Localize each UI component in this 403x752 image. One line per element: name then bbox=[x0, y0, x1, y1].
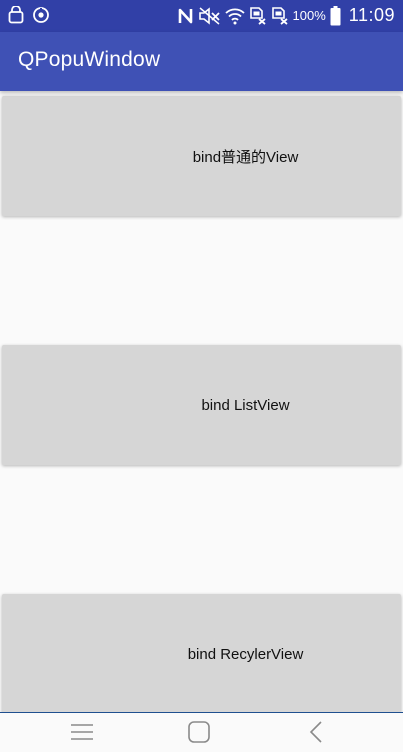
back-icon bbox=[308, 720, 324, 749]
status-left-icons bbox=[8, 6, 50, 24]
bind-normal-view-button[interactable]: bind普通的View bbox=[2, 96, 401, 216]
nav-back-button[interactable] bbox=[302, 720, 330, 749]
no-sim-icon bbox=[249, 6, 267, 25]
bind-recyclerview-label: bind RecylerView bbox=[187, 645, 304, 663]
app-title: QPopuWindow bbox=[18, 48, 161, 71]
battery-percent: 100% bbox=[292, 8, 326, 23]
menu-icon bbox=[70, 722, 94, 747]
home-icon bbox=[187, 720, 211, 749]
bind-listview-label: bind ListView bbox=[201, 396, 290, 414]
nav-home-button[interactable] bbox=[185, 720, 213, 749]
status-right-icons: 100% 11:09 bbox=[177, 5, 395, 26]
bind-normal-view-label: bind普通的View bbox=[192, 148, 299, 166]
battery-icon bbox=[330, 5, 341, 26]
nfc-icon bbox=[177, 7, 195, 25]
navigation-bar bbox=[0, 712, 403, 752]
wifi-icon bbox=[224, 7, 245, 25]
status-bar: 100% 11:09 bbox=[0, 0, 403, 32]
app-bar: QPopuWindow bbox=[0, 32, 403, 91]
status-time: 11:09 bbox=[348, 5, 395, 25]
bind-recyclerview-button[interactable]: bind RecylerView bbox=[2, 594, 401, 714]
bind-listview-button[interactable]: bind ListView bbox=[2, 345, 401, 465]
no-sim-icon bbox=[271, 6, 289, 25]
screen: 100% 11:09 QPopuWindow bind普通的View bind … bbox=[0, 0, 403, 752]
bag-icon bbox=[8, 6, 24, 24]
nav-menu-button[interactable] bbox=[68, 721, 96, 747]
sync-icon bbox=[32, 6, 50, 24]
mute-icon bbox=[198, 6, 221, 25]
